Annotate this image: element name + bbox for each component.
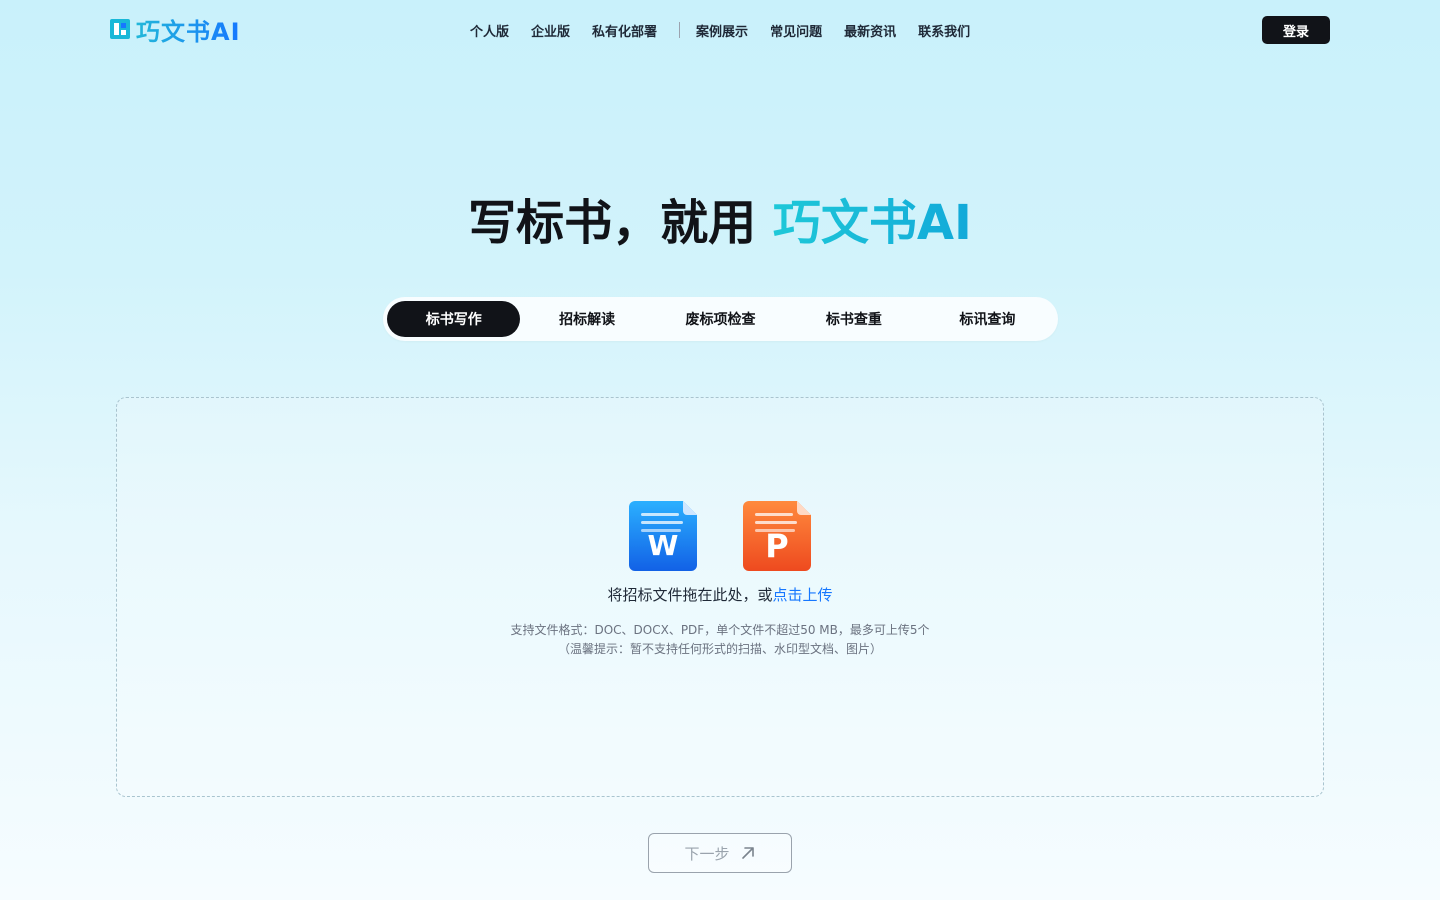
nav-contact[interactable]: 联系我们 (918, 21, 970, 40)
logo-text: 巧文书AI (136, 12, 241, 47)
upload-dropzone[interactable]: W P 将招标文件拖在此处，或点击上传 支持文件格式：DOC、DOCX、PDF，… (116, 397, 1324, 797)
nav-news[interactable]: 最新资讯 (844, 21, 896, 40)
nav-enterprise[interactable]: 企业版 (531, 21, 570, 40)
top-header: 巧文书AI 个人版 企业版 私有化部署 案例展示 常见问题 最新资讯 联系我们 … (0, 0, 1440, 60)
nav-faq[interactable]: 常见问题 (770, 21, 822, 40)
tab-plagiarism-check[interactable]: 标书查重 (787, 301, 920, 337)
svg-text:W: W (648, 529, 679, 562)
tab-tender-analysis[interactable]: 招标解读 (520, 301, 653, 337)
ppt-file-icon: P (743, 501, 811, 571)
logo[interactable]: 巧文书AI (110, 12, 241, 47)
tab-bid-info-search[interactable]: 标讯查询 (921, 301, 1054, 337)
hero-title-prefix: 写标书，就用 (468, 195, 757, 251)
next-step-label: 下一步 (684, 845, 730, 863)
hero-title-accent: 巧文书AI (772, 195, 972, 251)
next-step-button[interactable]: 下一步 (648, 833, 792, 873)
nav-cases[interactable]: 案例展示 (696, 21, 748, 40)
click-upload-link[interactable]: 点击上传 (773, 586, 833, 604)
nav-private-deploy[interactable]: 私有化部署 (592, 21, 657, 40)
nav-divider (679, 22, 681, 38)
drop-instructions: 将招标文件拖在此处，或点击上传 (117, 584, 1323, 605)
warning-hint: （温馨提示：暂不支持任何形式的扫描、水印型文档、图片） (557, 642, 882, 656)
arrow-up-right-icon (741, 847, 754, 859)
tab-bid-writing[interactable]: 标书写作 (387, 301, 521, 337)
svg-text:P: P (765, 527, 788, 565)
logo-mark-icon (110, 19, 130, 39)
main-nav: 个人版 企业版 私有化部署 案例展示 常见问题 最新资讯 联系我们 (470, 20, 992, 40)
tab-disqualification-check[interactable]: 废标项检查 (654, 301, 787, 337)
file-type-icons: W P (629, 501, 813, 571)
word-file-icon: W (629, 501, 697, 571)
drop-text: 将招标文件拖在此处，或 (607, 586, 773, 604)
login-button[interactable]: 登录 (1262, 16, 1330, 44)
nav-personal[interactable]: 个人版 (470, 21, 509, 40)
hero-title: 写标书，就用 巧文书AI (0, 183, 1440, 253)
format-hint: 支持文件格式：DOC、DOCX、PDF，单个文件不超过50 MB，最多可上传5个 (510, 623, 930, 637)
feature-tabs: 标书写作 招标解读 废标项检查 标书查重 标讯查询 (383, 297, 1058, 341)
